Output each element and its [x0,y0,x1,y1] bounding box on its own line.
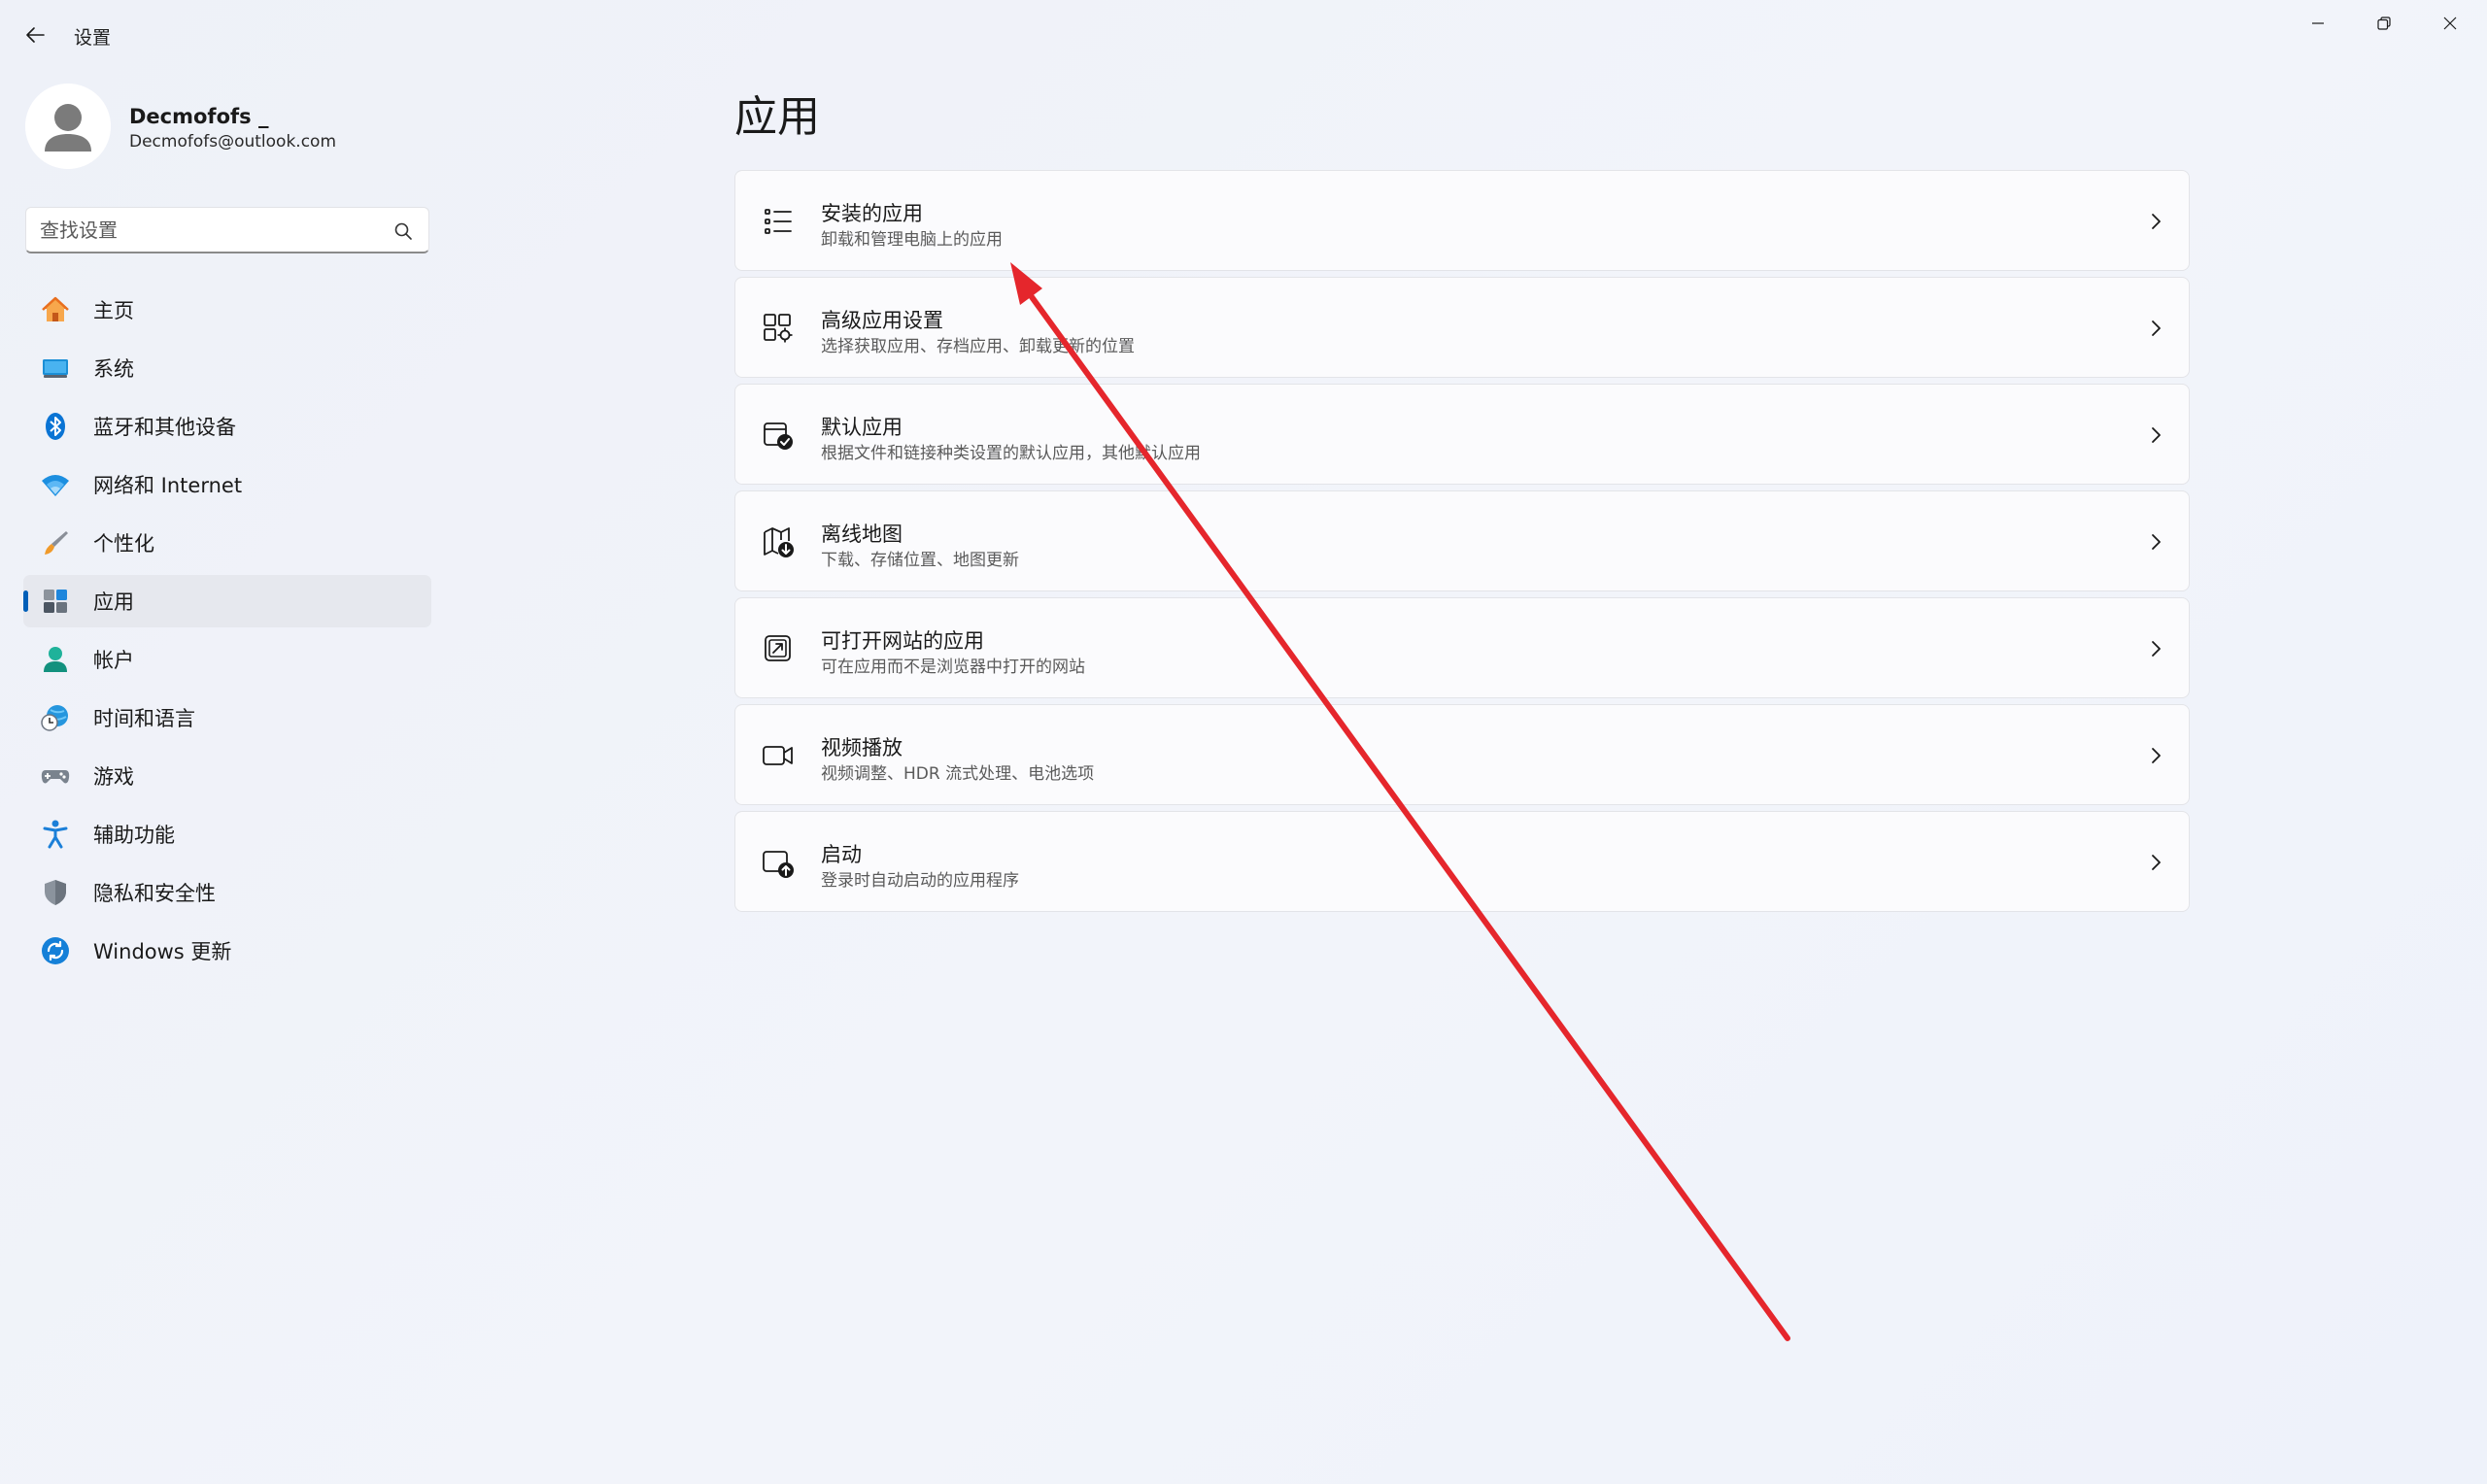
sidebar-item-system[interactable]: 系统 [23,342,431,394]
system-display-icon [39,352,72,385]
card-title: 可打开网站的应用 [821,629,984,653]
sidebar-item-accessibility[interactable]: 辅助功能 [23,808,431,860]
user-avatar-icon [25,84,111,169]
settings-card-list: 安装的应用 卸载和管理电脑上的应用 高级应用设置 选择获取应用、存档应用、卸载更… [734,170,2190,918]
sidebar-item-label: 系统 [93,357,134,381]
search-box[interactable] [25,207,429,253]
chevron-right-icon [2152,427,2161,443]
minimize-button[interactable] [2285,0,2351,47]
close-button[interactable] [2417,0,2483,47]
sidebar-item-personalization[interactable]: 个性化 [23,517,431,569]
sidebar-item-network[interactable]: 网络和 Internet [23,458,431,511]
user-email: Decmofofs@outlook.com [129,132,337,152]
offline-maps-icon [764,527,794,557]
default-apps-icon [764,422,793,450]
time-language-icon [39,701,72,734]
search-input[interactable] [40,216,370,245]
card-title: 默认应用 [821,416,903,439]
app-title: 设置 [74,27,112,49]
card-title: 安装的应用 [821,202,923,225]
account-icon [39,643,72,676]
shield-icon [39,876,72,909]
video-camera-icon [763,746,793,765]
back-button[interactable] [16,16,54,54]
sidebar-item-label: 蓝牙和其他设备 [93,416,236,439]
card-installed-apps[interactable]: 安装的应用 卸载和管理电脑上的应用 [734,170,2190,271]
card-description: 根据文件和链接种类设置的默认应用，其他默认应用 [821,444,1201,463]
avatar[interactable] [25,84,111,169]
sidebar-item-label: 应用 [93,590,134,614]
card-title: 启动 [821,843,862,866]
sidebar-item-label: 辅助功能 [93,824,175,847]
sidebar-item-label: 帐户 [93,649,134,672]
card-startup[interactable]: 启动 登录时自动启动的应用程序 [734,811,2190,912]
windows-update-icon [39,934,72,967]
chevron-right-icon [2152,534,2161,550]
sidebar-item-label: 主页 [93,299,134,322]
sidebar-item-gaming[interactable]: 游戏 [23,750,431,802]
card-advanced-app-settings[interactable]: 高级应用设置 选择获取应用、存档应用、卸载更新的位置 [734,277,2190,378]
card-description: 登录时自动启动的应用程序 [821,871,1019,891]
card-description: 卸载和管理电脑上的应用 [821,230,1003,250]
sidebar-item-label: 个性化 [93,532,154,556]
card-description: 视频调整、HDR 流式处理、电池选项 [821,764,1095,784]
apps-for-websites-icon [765,635,791,661]
sidebar-item-home[interactable]: 主页 [23,284,431,336]
user-name: Decmofofs _ [129,105,269,128]
minimize-icon [2312,22,2324,24]
card-apps-for-websites[interactable]: 可打开网站的应用 可在应用而不是浏览器中打开的网站 [734,597,2190,698]
maximize-button[interactable] [2351,0,2417,47]
sidebar-item-time-language[interactable]: 时间和语言 [23,691,431,744]
card-description: 可在应用而不是浏览器中打开的网站 [821,658,1085,677]
card-video-playback[interactable]: 视频播放 视频调整、HDR 流式处理、电池选项 [734,704,2190,805]
advanced-app-settings-icon [764,314,793,343]
chevron-right-icon [2152,748,2161,763]
sidebar-nav: 主页 系统 蓝牙和其他设备 网络和 Internet 个性化 应用 帐户 时间和… [23,284,431,983]
startup-icon [763,851,794,878]
sidebar-item-privacy-security[interactable]: 隐私和安全性 [23,866,431,919]
sidebar-item-accounts[interactable]: 帐户 [23,633,431,686]
wifi-icon [39,468,72,501]
accessibility-icon [39,818,72,851]
card-title: 视频播放 [821,736,903,759]
chevron-right-icon [2152,214,2161,229]
brush-icon [39,526,72,559]
card-title: 高级应用设置 [821,309,943,332]
home-icon [39,293,72,326]
card-default-apps[interactable]: 默认应用 根据文件和链接种类设置的默认应用，其他默认应用 [734,384,2190,485]
card-description: 选择获取应用、存档应用、卸载更新的位置 [821,337,1135,356]
sidebar-item-label: Windows 更新 [93,940,232,963]
sidebar-item-label: 隐私和安全性 [93,882,216,905]
search-icon[interactable] [392,219,415,243]
bluetooth-icon [39,410,72,443]
title-bar: 设置 [0,0,2487,70]
close-icon [2443,17,2457,30]
chevron-right-icon [2152,320,2161,336]
sidebar-item-apps[interactable]: 应用 [23,575,431,627]
page-title: 应用 [734,92,820,142]
restore-icon [2377,17,2391,30]
sidebar-item-windows-update[interactable]: Windows 更新 [23,925,431,977]
apps-icon [39,585,72,618]
sidebar-item-label: 网络和 Internet [93,474,243,497]
gamepad-icon [39,759,72,793]
card-title: 离线地图 [821,523,903,546]
sidebar-item-bluetooth[interactable]: 蓝牙和其他设备 [23,400,431,453]
installed-apps-list-icon [765,209,792,234]
card-description: 下载、存储位置、地图更新 [821,551,1019,570]
chevron-right-icon [2152,855,2161,870]
card-offline-maps[interactable]: 离线地图 下载、存储位置、地图更新 [734,490,2190,591]
sidebar-item-label: 游戏 [93,765,134,789]
chevron-right-icon [2152,641,2161,657]
sidebar-item-label: 时间和语言 [93,707,195,730]
back-arrow-icon [26,27,45,43]
